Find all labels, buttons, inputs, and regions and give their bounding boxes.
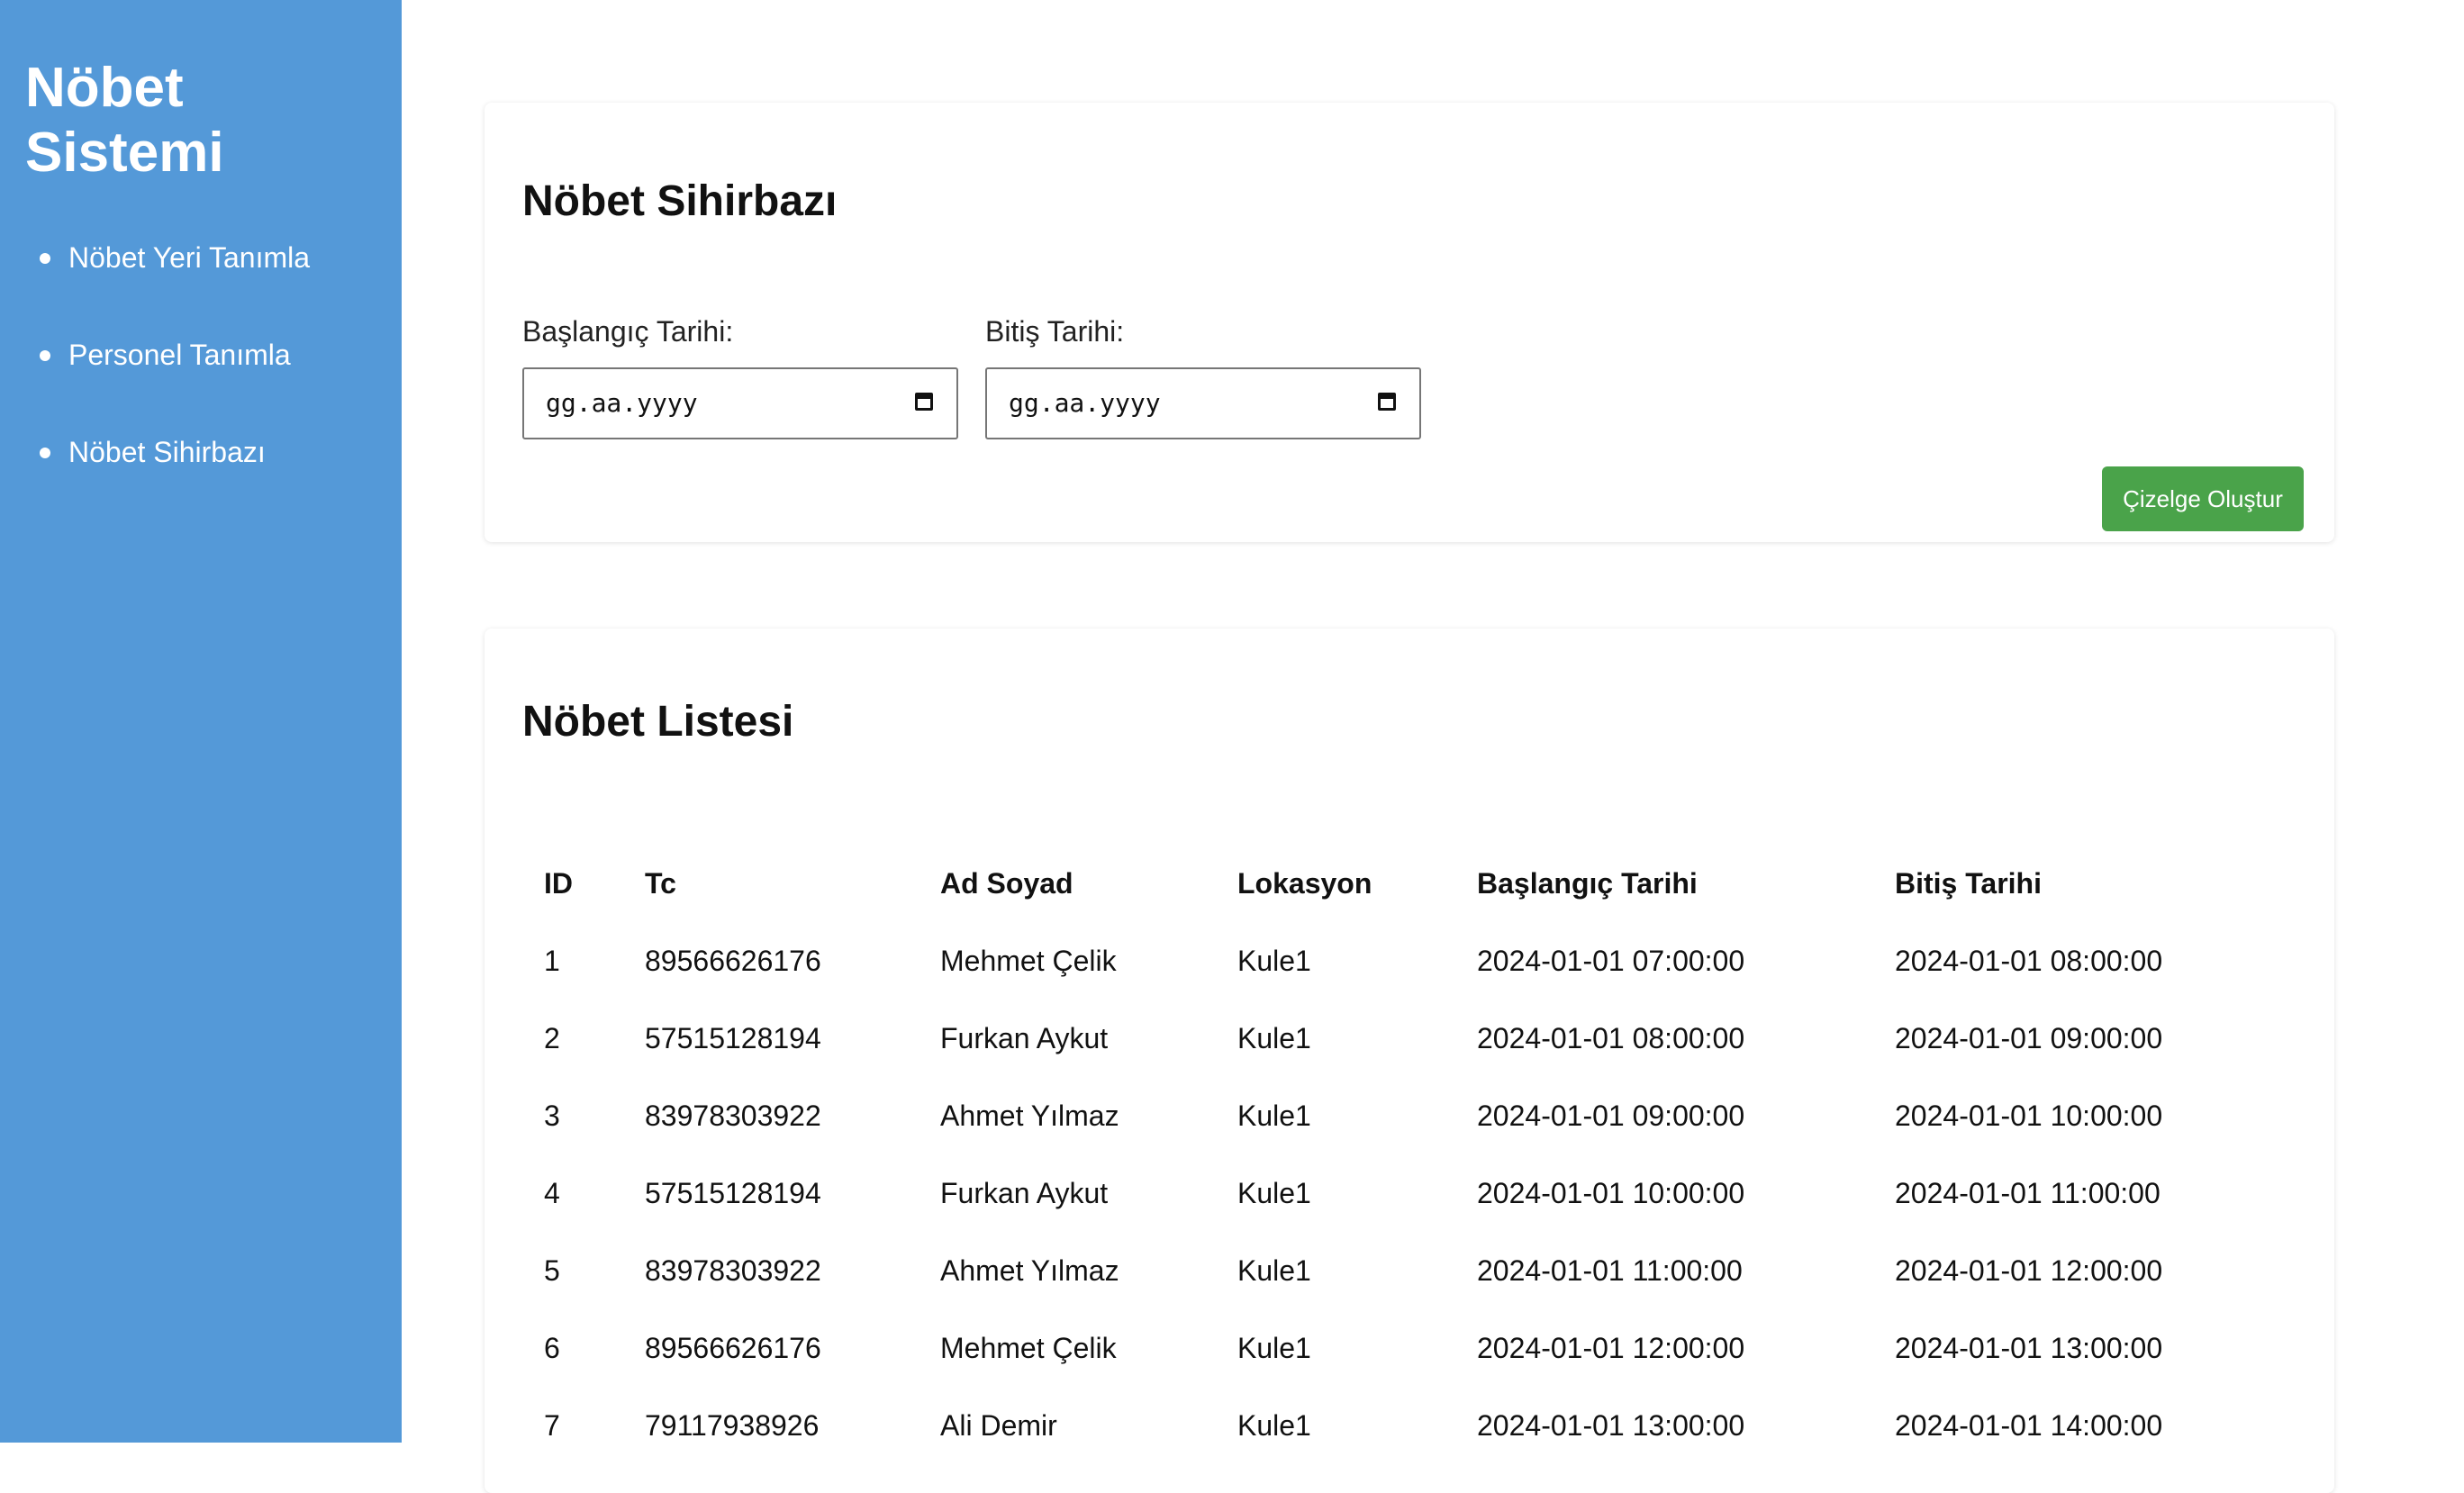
end-date-input[interactable]: gg.aa.yyyy <box>985 367 1421 439</box>
app-title-line2: Sistemi <box>25 122 224 184</box>
cell-start-date: 2024-01-01 10:00:00 <box>1477 1176 1745 1209</box>
table-row: 7 79117938926 Ali Demir Kule1 2024-01-01… <box>522 1387 2237 1464</box>
column-header-end-date: Bitiş Tarihi <box>1895 866 2042 900</box>
cell-name: Ahmet Yılmaz <box>940 1099 1119 1132</box>
cell-location: Kule1 <box>1237 1253 1311 1287</box>
end-date-label: Bitiş Tarihi: <box>985 315 1125 348</box>
cell-start-date: 2024-01-01 11:00:00 <box>1477 1253 1743 1287</box>
table-row: 2 57515128194 Furkan Aykut Kule1 2024-01… <box>522 1000 2237 1077</box>
cell-end-date: 2024-01-01 14:00:00 <box>1895 1408 2163 1442</box>
cell-tc: 79117938926 <box>645 1408 820 1442</box>
column-header-tc: Tc <box>645 866 676 900</box>
sidebar-item-label: Nöbet Sihirbazı <box>68 436 266 468</box>
cell-id: 1 <box>544 944 560 977</box>
table-row: 1 89566626176 Mehmet Çelik Kule1 2024-01… <box>522 922 2237 1000</box>
duty-table: ID Tc Ad Soyad Lokasyon Başlangıç Tarihi… <box>522 845 2237 1464</box>
sidebar: Nöbet Sistemi Nöbet Yeri Tanımla Persone… <box>0 0 402 1443</box>
sidebar-item-label: Personel Tanımla <box>68 339 291 371</box>
sidebar-item-personel-tanimla[interactable]: Personel Tanımla <box>25 337 402 373</box>
calendar-icon[interactable] <box>1378 393 1396 411</box>
cell-id: 5 <box>544 1253 560 1287</box>
column-header-location: Lokasyon <box>1237 866 1372 900</box>
start-date-input[interactable]: gg.aa.yyyy <box>522 367 958 439</box>
cell-name: Ali Demir <box>940 1408 1057 1442</box>
wizard-title: Nöbet Sihirbazı <box>522 177 838 225</box>
cell-name: Furkan Aykut <box>940 1021 1109 1054</box>
cell-start-date: 2024-01-01 07:00:00 <box>1477 944 1745 977</box>
cell-location: Kule1 <box>1237 944 1311 977</box>
cell-end-date: 2024-01-01 12:00:00 <box>1895 1253 2163 1287</box>
cell-tc: 57515128194 <box>645 1021 821 1054</box>
cell-location: Kule1 <box>1237 1176 1311 1209</box>
create-schedule-button[interactable]: Çizelge Oluştur <box>2102 466 2304 531</box>
app-title: Nöbet Sistemi <box>25 56 402 185</box>
cell-tc: 89566626176 <box>645 1331 821 1364</box>
cell-tc: 83978303922 <box>645 1253 821 1287</box>
duty-list-card: Nöbet Listesi ID Tc Ad Soyad Lokasyon Ba… <box>485 629 2334 1493</box>
cell-id: 7 <box>544 1408 560 1442</box>
cell-start-date: 2024-01-01 09:00:00 <box>1477 1099 1745 1132</box>
cell-tc: 83978303922 <box>645 1099 821 1132</box>
start-date-placeholder: gg.aa.yyyy <box>546 388 698 418</box>
calendar-icon[interactable] <box>915 393 933 411</box>
table-row: 4 57515128194 Furkan Aykut Kule1 2024-01… <box>522 1154 2237 1232</box>
cell-id: 4 <box>544 1176 560 1209</box>
table-row: 3 83978303922 Ahmet Yılmaz Kule1 2024-01… <box>522 1077 2237 1154</box>
cell-location: Kule1 <box>1237 1099 1311 1132</box>
cell-tc: 57515128194 <box>645 1176 821 1209</box>
cell-start-date: 2024-01-01 12:00:00 <box>1477 1331 1745 1364</box>
cell-start-date: 2024-01-01 08:00:00 <box>1477 1021 1745 1054</box>
app-title-line1: Nöbet <box>25 57 184 119</box>
cell-start-date: 2024-01-01 13:00:00 <box>1477 1408 1745 1442</box>
cell-location: Kule1 <box>1237 1021 1311 1054</box>
column-header-start-date: Başlangıç Tarihi <box>1477 866 1698 900</box>
bullet-icon <box>40 253 50 264</box>
column-header-id: ID <box>544 866 573 900</box>
sidebar-item-nobet-sihirbazi[interactable]: Nöbet Sihirbazı <box>25 434 402 470</box>
start-date-label: Başlangıç Tarihi: <box>522 315 734 348</box>
cell-name: Furkan Aykut <box>940 1176 1109 1209</box>
sidebar-item-nobet-yeri-tanimla[interactable]: Nöbet Yeri Tanımla <box>25 240 402 276</box>
cell-location: Kule1 <box>1237 1408 1311 1442</box>
cell-end-date: 2024-01-01 08:00:00 <box>1895 944 2163 977</box>
end-date-placeholder: gg.aa.yyyy <box>1009 388 1161 418</box>
cell-name: Mehmet Çelik <box>940 1331 1117 1364</box>
table-row: 5 83978303922 Ahmet Yılmaz Kule1 2024-01… <box>522 1232 2237 1309</box>
table-row: 6 89566626176 Mehmet Çelik Kule1 2024-01… <box>522 1309 2237 1387</box>
cell-end-date: 2024-01-01 13:00:00 <box>1895 1331 2163 1364</box>
cell-end-date: 2024-01-01 09:00:00 <box>1895 1021 2163 1054</box>
sidebar-item-label: Nöbet Yeri Tanımla <box>68 241 311 274</box>
cell-id: 3 <box>544 1099 560 1132</box>
cell-end-date: 2024-01-01 10:00:00 <box>1895 1099 2163 1132</box>
cell-name: Mehmet Çelik <box>940 944 1117 977</box>
cell-id: 6 <box>544 1331 560 1364</box>
sidebar-nav: Nöbet Yeri Tanımla Personel Tanımla Nöbe… <box>25 240 402 470</box>
cell-location: Kule1 <box>1237 1331 1311 1364</box>
bullet-icon <box>40 448 50 458</box>
cell-tc: 89566626176 <box>645 944 821 977</box>
duty-list-title: Nöbet Listesi <box>522 698 794 746</box>
table-header-row: ID Tc Ad Soyad Lokasyon Başlangıç Tarihi… <box>522 845 2237 922</box>
cell-name: Ahmet Yılmaz <box>940 1253 1119 1287</box>
wizard-card: Nöbet Sihirbazı Başlangıç Tarihi: gg.aa.… <box>485 103 2334 542</box>
cell-end-date: 2024-01-01 11:00:00 <box>1895 1176 2161 1209</box>
cell-id: 2 <box>544 1021 560 1054</box>
column-header-name: Ad Soyad <box>940 866 1073 900</box>
bullet-icon <box>40 350 50 361</box>
